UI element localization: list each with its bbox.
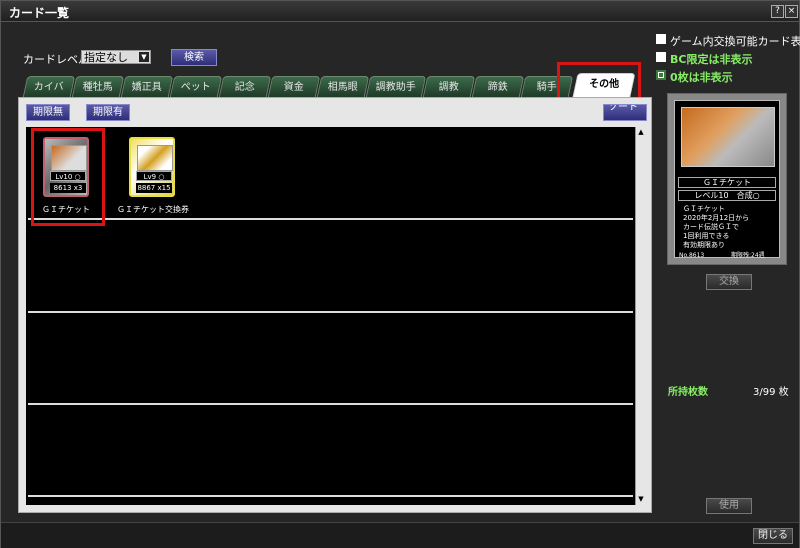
preview-desc-1: ＧＩチケット <box>683 205 725 213</box>
close-button[interactable]: 閉じる <box>753 528 793 544</box>
card-preview: ＧＩチケット レベル10 合成○ ＧＩチケット 2020年2月12日から カード… <box>667 93 787 265</box>
card-level-value: 指定なし <box>84 51 128 64</box>
preview-name: ＧＩチケット <box>678 177 776 188</box>
footer: 閉じる <box>1 522 799 548</box>
option-label-bc: BC限定は非表示 <box>670 53 753 66</box>
card-item-gi-ticket-exchange[interactable]: Lv9 ○ 8867 x15 <box>129 137 175 197</box>
sort-button[interactable]: ソート <box>603 104 647 121</box>
search-button[interactable]: 検索 <box>171 49 217 66</box>
scroll-down-icon[interactable]: ▼ <box>636 494 646 504</box>
row-separator <box>28 311 633 313</box>
title-bar: カード一覧 ? × <box>1 1 799 22</box>
owned-label: 所持枚数 <box>668 387 708 398</box>
card-number: 8867 x15 <box>136 183 172 193</box>
option-checkbox-bc[interactable] <box>656 52 666 62</box>
check-mark-icon <box>659 73 663 77</box>
use-button[interactable]: 使用 <box>706 498 752 514</box>
help-button[interactable]: ? <box>771 5 784 18</box>
card-thumbnail <box>137 145 173 171</box>
tab-assistant[interactable]: 調教助手 <box>365 76 427 97</box>
tab-pet[interactable]: ペット <box>169 76 223 97</box>
no-limit-button[interactable]: 期限無 <box>26 104 70 121</box>
preview-desc-4: 1回利用できる <box>683 232 730 240</box>
scroll-up-icon[interactable]: ▲ <box>636 127 646 137</box>
preview-card: ＧＩチケット レベル10 合成○ ＧＩチケット 2020年2月12日から カード… <box>674 100 780 259</box>
tab-training[interactable]: 調教 <box>422 76 476 97</box>
preview-desc-5: 有効期限あり <box>683 241 725 249</box>
tab-horseshoe[interactable]: 蹄鉄 <box>471 76 525 97</box>
tab-equipment[interactable]: 嬌正具 <box>120 76 174 97</box>
option-checkbox-exchangeable[interactable] <box>656 34 666 44</box>
card-highlight <box>31 128 105 226</box>
scrollbar[interactable]: ▲ ▼ <box>635 127 646 505</box>
option-label-zero: 0枚は非表示 <box>670 71 733 84</box>
sort-label: ソート <box>608 104 638 113</box>
with-limit-button[interactable]: 期限有 <box>86 104 130 121</box>
card-level-select[interactable]: 指定なし ▼ <box>81 50 151 64</box>
card-grid: Lv10 ○ 8613 x3 ＧＩチケット Lv9 ○ 8867 x15 ＧＩチ… <box>26 127 635 505</box>
tab-stallion[interactable]: 種牡馬 <box>71 76 125 97</box>
card-name: ＧＩチケット交換券 <box>117 205 189 214</box>
preview-image <box>681 107 775 167</box>
tab-funds[interactable]: 資金 <box>267 76 321 97</box>
card-list-window: カード一覧 ? × カードレベル: 指定なし ▼ 検索 ゲーム内交換可能カード表… <box>0 0 800 548</box>
card-level: Lv9 ○ <box>136 171 172 181</box>
close-icon[interactable]: × <box>785 5 798 18</box>
tab-memorial[interactable]: 記念 <box>218 76 272 97</box>
exchange-button[interactable]: 交換 <box>706 274 752 290</box>
preview-desc-2: 2020年2月12日から <box>683 214 750 222</box>
window-title: カード一覧 <box>9 6 70 20</box>
card-panel: 期限無 期限有 ソート Lv10 ○ 8613 x3 ＧＩチケット Lv9 ○ … <box>18 97 652 513</box>
tab-eye[interactable]: 相馬眼 <box>316 76 370 97</box>
row-separator <box>28 495 633 497</box>
option-checkbox-zero[interactable] <box>656 70 666 80</box>
row-separator <box>28 403 633 405</box>
row-separator <box>28 218 633 220</box>
chevron-down-icon: ▼ <box>139 52 149 62</box>
tab-kaiba[interactable]: カイバ <box>22 76 76 97</box>
preview-expiry: 期限残:24週 <box>731 252 765 259</box>
preview-number: No.8613 <box>679 252 705 259</box>
option-label-exchangeable: ゲーム内交換可能カード表示 <box>670 35 800 48</box>
tab-highlight <box>557 62 641 102</box>
preview-level: レベル10 合成○ <box>678 190 776 201</box>
category-tabs: カイバ 種牡馬 嬌正具 ペット 記念 資金 相馬眼 調教助手 調教 蹄鉄 騎手 … <box>19 73 641 97</box>
preview-desc-3: カード伝説ＧＩで <box>683 223 739 231</box>
owned-value: 3/99 枚 <box>753 387 789 398</box>
